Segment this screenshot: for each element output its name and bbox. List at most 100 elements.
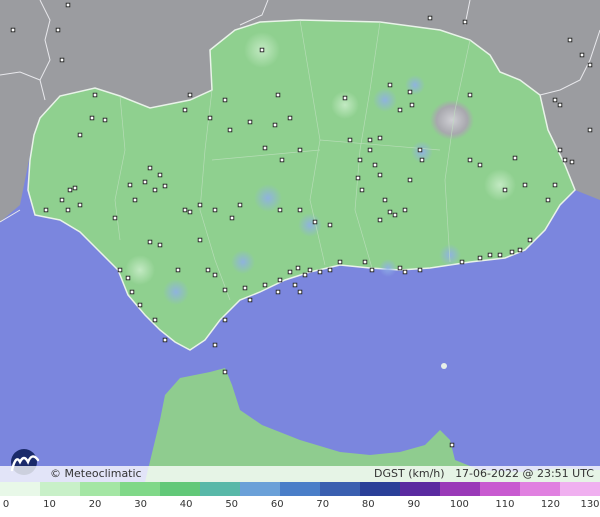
station-marker[interactable] [517,247,523,253]
station-marker[interactable] [397,107,403,113]
station-marker[interactable] [402,269,408,275]
station-marker[interactable] [407,177,413,183]
station-marker[interactable] [162,183,168,189]
station-marker[interactable] [205,267,211,273]
station-marker[interactable] [477,162,483,168]
station-marker[interactable] [327,267,333,273]
station-marker[interactable] [497,252,503,258]
station-marker[interactable] [262,145,268,151]
station-marker[interactable] [342,95,348,101]
station-marker[interactable] [152,317,158,323]
station-marker[interactable] [59,197,65,203]
station-marker[interactable] [127,182,133,188]
station-marker[interactable] [307,267,313,273]
station-marker[interactable] [417,147,423,153]
station-marker[interactable] [317,269,323,275]
station-marker[interactable] [367,147,373,153]
station-marker[interactable] [77,202,83,208]
station-marker[interactable] [357,157,363,163]
station-marker[interactable] [467,157,473,163]
station-marker[interactable] [407,89,413,95]
station-marker[interactable] [72,185,78,191]
station-marker[interactable] [337,259,343,265]
station-marker[interactable] [237,202,243,208]
station-marker[interactable] [387,209,393,215]
station-marker[interactable] [557,102,563,108]
station-marker[interactable] [277,207,283,213]
station-marker[interactable] [527,237,533,243]
station-marker[interactable] [579,52,585,58]
station-marker[interactable] [65,207,71,213]
station-marker[interactable] [259,47,265,53]
station-marker[interactable] [295,265,301,271]
station-marker[interactable] [147,165,153,171]
station-marker[interactable] [459,259,465,265]
station-marker[interactable] [377,217,383,223]
station-marker[interactable] [222,287,228,293]
station-marker[interactable] [545,197,551,203]
station-marker[interactable] [112,215,118,221]
station-marker[interactable] [92,92,98,98]
station-marker[interactable] [562,157,568,163]
station-marker[interactable] [222,317,228,323]
station-marker[interactable] [187,92,193,98]
station-marker[interactable] [512,155,518,161]
station-marker[interactable] [77,132,83,138]
station-marker[interactable] [502,187,508,193]
station-marker[interactable] [212,207,218,213]
station-marker[interactable] [462,19,468,25]
station-marker[interactable] [587,62,593,68]
station-marker[interactable] [297,289,303,295]
station-marker[interactable] [65,2,71,8]
station-marker[interactable] [312,219,318,225]
station-marker[interactable] [409,102,415,108]
map-canvas[interactable] [0,0,600,482]
station-marker[interactable] [567,37,573,43]
station-marker[interactable] [467,92,473,98]
station-marker[interactable] [552,182,558,188]
station-marker[interactable] [367,137,373,143]
station-marker[interactable] [287,269,293,275]
station-marker[interactable] [427,15,433,21]
station-marker[interactable] [362,259,368,265]
station-marker[interactable] [392,212,398,218]
station-marker[interactable] [175,267,181,273]
station-marker[interactable] [279,157,285,163]
station-marker[interactable] [477,255,483,261]
station-marker[interactable] [569,159,575,165]
station-marker[interactable] [197,202,203,208]
station-marker[interactable] [355,175,361,181]
station-marker[interactable] [509,249,515,255]
station-marker[interactable] [157,172,163,178]
station-marker[interactable] [419,157,425,163]
station-marker[interactable] [182,107,188,113]
station-marker[interactable] [162,337,168,343]
station-marker[interactable] [372,162,378,168]
station-marker[interactable] [487,252,493,258]
station-marker[interactable] [227,127,233,133]
station-marker[interactable] [247,297,253,303]
station-marker[interactable] [152,187,158,193]
station-marker[interactable] [277,277,283,283]
station-marker[interactable] [359,187,365,193]
station-marker[interactable] [382,197,388,203]
station-marker[interactable] [587,127,593,133]
station-marker[interactable] [377,172,383,178]
station-marker[interactable] [557,147,563,153]
station-marker[interactable] [137,302,143,308]
station-marker[interactable] [197,237,203,243]
station-marker[interactable] [417,267,423,273]
station-marker[interactable] [369,267,375,273]
station-marker[interactable] [222,369,228,375]
station-marker[interactable] [302,272,308,278]
station-marker[interactable] [297,147,303,153]
station-marker[interactable] [129,289,135,295]
station-marker[interactable] [212,272,218,278]
station-marker[interactable] [182,207,188,213]
station-marker[interactable] [272,122,278,128]
station-marker[interactable] [59,57,65,63]
station-marker[interactable] [292,282,298,288]
station-marker[interactable] [207,115,213,121]
station-marker[interactable] [43,207,49,213]
station-marker[interactable] [347,137,353,143]
